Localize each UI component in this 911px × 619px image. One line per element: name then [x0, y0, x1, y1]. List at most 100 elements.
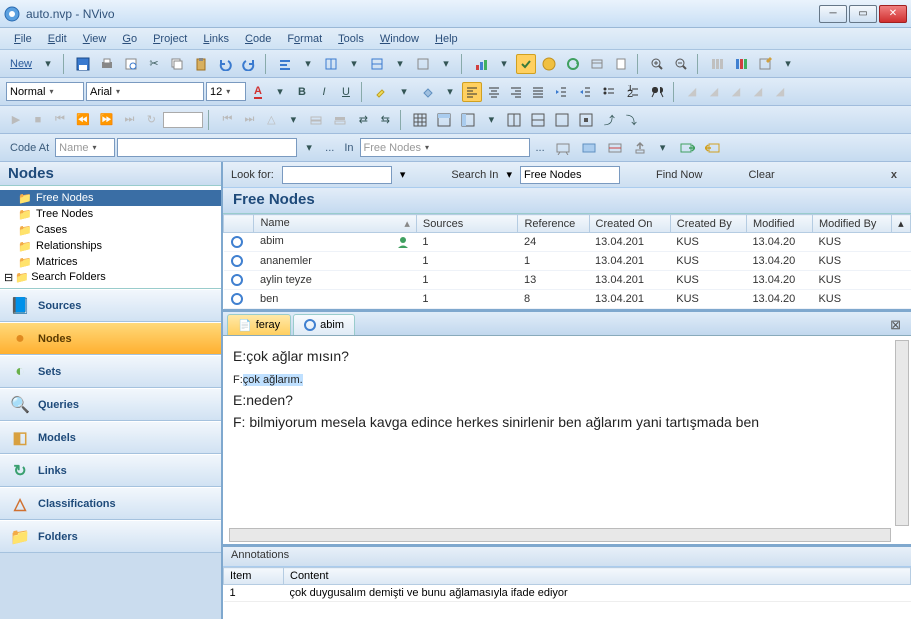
chart-icon[interactable] [470, 54, 492, 74]
navbtn-models[interactable]: ◧Models [0, 421, 221, 454]
indent-icon[interactable] [574, 82, 596, 102]
italic-icon[interactable]: I [314, 82, 334, 102]
col-reference[interactable]: Reference [518, 215, 589, 233]
col-sources[interactable]: Sources [416, 215, 518, 233]
navbtn-sets[interactable]: ◐Sets [0, 355, 221, 388]
first-icon[interactable]: ⏮ [50, 110, 70, 130]
navbtn-nodes[interactable]: ●Nodes [0, 322, 221, 355]
dd-shape-icon[interactable]: ▾ [283, 110, 303, 130]
navbtn-queries[interactable]: 🔍Queries [0, 388, 221, 421]
tree-relationships[interactable]: 📁Relationships [0, 238, 221, 254]
font-select[interactable]: Arial▾ [86, 82, 204, 101]
refresh-icon[interactable] [562, 54, 584, 74]
underline-icon[interactable]: U [336, 82, 356, 102]
link2-icon[interactable]: ◢ [726, 82, 746, 102]
dd-fc-icon[interactable]: ▾ [270, 82, 290, 102]
node-row[interactable]: ben1813.04.201KUS13.04.20KUS [224, 290, 911, 309]
dd-tbl-icon[interactable]: ▾ [481, 110, 501, 130]
paste-icon[interactable] [190, 54, 212, 74]
style-select[interactable]: Normal▾ [6, 82, 84, 101]
bold-icon[interactable]: B [292, 82, 312, 102]
tree-search-folders[interactable]: ⊟📁Search Folders [0, 270, 221, 284]
horizontal-scrollbar[interactable] [229, 528, 891, 542]
search-close-button[interactable]: x [885, 169, 903, 181]
copy-icon[interactable] [166, 54, 188, 74]
zoom-in-icon[interactable] [646, 54, 668, 74]
lookfor-input[interactable] [282, 166, 392, 184]
globe-icon[interactable] [538, 54, 560, 74]
tab-abim[interactable]: abim [293, 314, 355, 335]
col-name[interactable]: Name ▴ [254, 215, 416, 233]
ellipsis-btn[interactable]: ... [321, 142, 338, 154]
rewind-icon[interactable]: ⏪ [72, 110, 94, 130]
menu-view[interactable]: View [77, 31, 113, 47]
tree-cases[interactable]: 📁Cases [0, 222, 221, 238]
print-preview-icon[interactable] [120, 54, 142, 74]
anno-col-item[interactable]: Item [224, 568, 284, 585]
tree-tree-nodes[interactable]: 📁Tree Nodes [0, 206, 221, 222]
find-icon[interactable] [646, 82, 668, 102]
node-row[interactable]: aylin teyze11313.04.201KUS13.04.20KUS [224, 271, 911, 290]
link4-icon[interactable]: ◢ [770, 82, 790, 102]
ellipsis2-btn[interactable]: ... [532, 142, 549, 154]
searchin-dd-icon[interactable]: ▾ [506, 168, 512, 181]
tbl5-icon[interactable] [527, 110, 549, 130]
in-select[interactable]: Free Nodes▾ [360, 138, 530, 157]
navbtn-classifications[interactable]: △Classifications [0, 487, 221, 520]
skip-back-icon[interactable]: ⏮ [217, 110, 237, 130]
clear-button[interactable]: Clear [748, 169, 774, 181]
annotations-header[interactable]: Annotations [223, 547, 911, 567]
tbl7-icon[interactable] [575, 110, 597, 130]
node-row[interactable]: ananemler1113.04.201KUS13.04.20KUS [224, 252, 911, 271]
new-dropdown-icon[interactable]: ▾ [38, 54, 58, 74]
row2-icon[interactable] [329, 110, 351, 130]
dd-c4-icon[interactable]: ▾ [653, 138, 673, 158]
menu-help[interactable]: Help [429, 31, 464, 47]
align-center-icon[interactable] [484, 82, 504, 102]
link3-icon[interactable]: ◢ [748, 82, 768, 102]
lookfor-dd-icon[interactable]: ▾ [400, 168, 406, 181]
dd-hl-icon[interactable]: ▾ [394, 82, 414, 102]
collapse-icon[interactable]: ⊟ [4, 271, 13, 284]
redo-icon[interactable] [238, 54, 260, 74]
menu-project[interactable]: Project [147, 31, 193, 47]
seealso-icon[interactable]: ◢ [682, 82, 702, 102]
merge-icon[interactable]: ⇆ [375, 110, 395, 130]
layout2-icon[interactable] [366, 54, 388, 74]
fill-icon[interactable] [416, 82, 438, 102]
check-icon[interactable] [516, 54, 536, 74]
tbl6-icon[interactable] [551, 110, 573, 130]
col-createdon[interactable]: Created On [589, 215, 670, 233]
tab-close-button[interactable]: ⊠ [884, 315, 907, 335]
tree-free-nodes[interactable]: 📁Free Nodes [0, 190, 221, 206]
align-home-icon[interactable] [274, 54, 296, 74]
stop-icon[interactable]: ■ [28, 110, 48, 130]
dd2-icon[interactable]: ▾ [344, 54, 364, 74]
code5-icon[interactable] [675, 138, 699, 158]
size-select[interactable]: 12▾ [206, 82, 246, 101]
dd6-icon[interactable]: ▾ [778, 54, 798, 74]
dd5-icon[interactable]: ▾ [494, 54, 514, 74]
highlight-icon[interactable] [370, 82, 392, 102]
codeat-name-select[interactable]: Name▾ [55, 138, 115, 157]
menu-go[interactable]: Go [116, 31, 143, 47]
align-left-icon[interactable] [462, 82, 482, 102]
skip-fwd-icon[interactable]: ⏭ [239, 110, 259, 130]
menu-window[interactable]: Window [374, 31, 425, 47]
menu-format[interactable]: Format [281, 31, 328, 47]
new-button[interactable]: New [6, 58, 36, 70]
stripe2-icon[interactable] [730, 54, 752, 74]
anno-row[interactable]: 1 çok duygusalım demişti ve bunu ağlamas… [224, 585, 911, 602]
numbers-icon[interactable]: 12 [622, 82, 644, 102]
tbl1-icon[interactable] [409, 110, 431, 130]
play-icon[interactable]: ▶ [6, 110, 26, 130]
code1-icon[interactable] [551, 138, 575, 158]
bullets-icon[interactable] [598, 82, 620, 102]
minimize-button[interactable]: ─ [819, 5, 847, 23]
view-icon[interactable] [586, 54, 608, 74]
navbtn-folders[interactable]: 📁Folders [0, 520, 221, 553]
menu-links[interactable]: Links [197, 31, 235, 47]
align-right-icon[interactable] [506, 82, 526, 102]
navbtn-sources[interactable]: 📘Sources [0, 289, 221, 322]
maximize-button[interactable]: ▭ [849, 5, 877, 23]
